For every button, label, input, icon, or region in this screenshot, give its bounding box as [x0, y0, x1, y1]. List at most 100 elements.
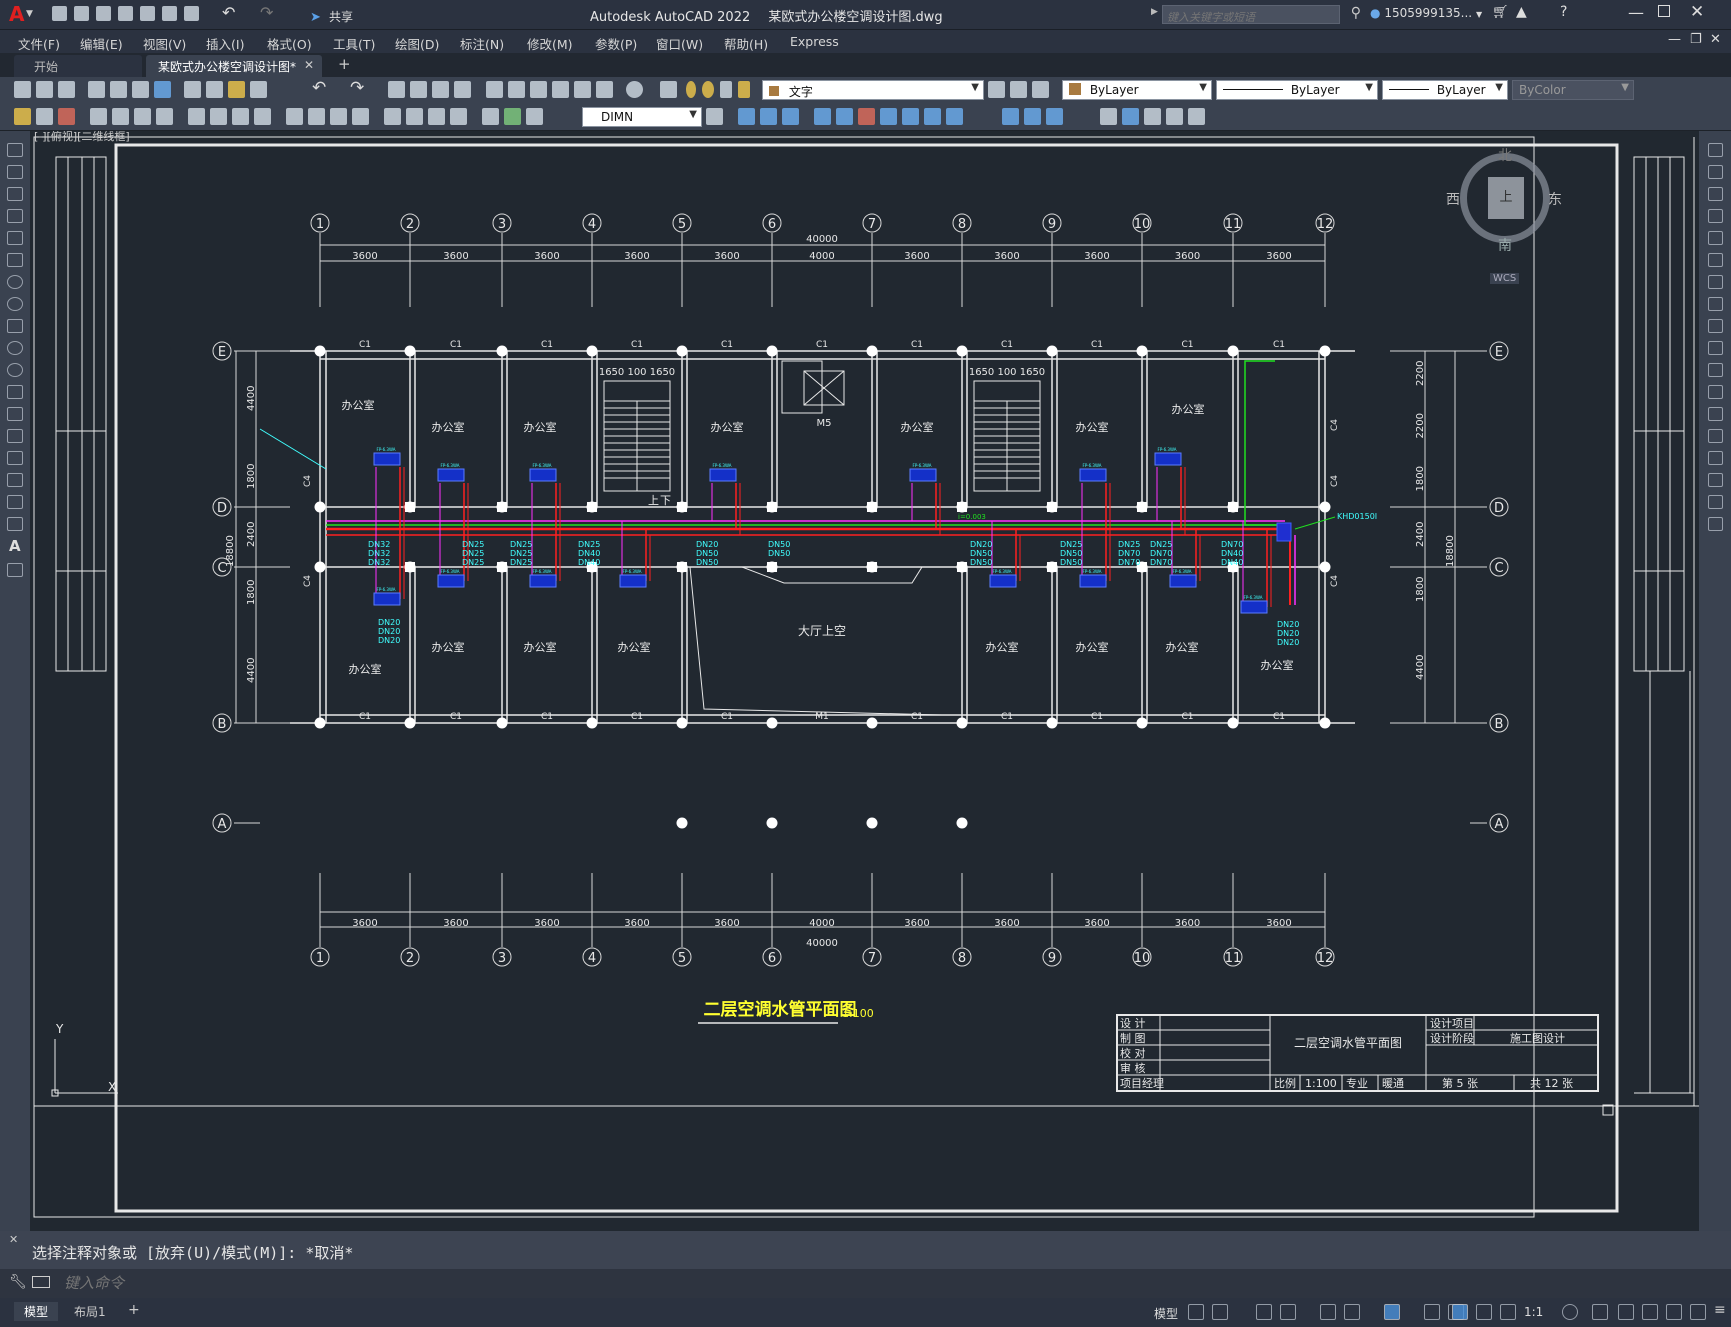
- color-dropdown[interactable]: ByLayer ▼: [1062, 80, 1212, 100]
- preview-icon[interactable]: [110, 81, 127, 98]
- units-icon[interactable]: [1618, 1304, 1634, 1320]
- copy-object-icon[interactable]: [1708, 165, 1723, 179]
- hide-icon[interactable]: [1188, 108, 1205, 125]
- viewcube[interactable]: 上 北 南 西 东 WCS: [1446, 145, 1562, 285]
- menu-modify[interactable]: 修改(M): [527, 34, 573, 53]
- line-icon[interactable]: [7, 143, 23, 157]
- dim-continue-icon[interactable]: [254, 108, 271, 125]
- zoom-window-icon[interactable]: [432, 81, 449, 98]
- osnap-tracking-icon[interactable]: [1344, 1304, 1360, 1320]
- navigation-icon[interactable]: [1046, 108, 1063, 125]
- dim-text-edit-icon[interactable]: [450, 108, 467, 125]
- draworder-above-icon[interactable]: [782, 108, 799, 125]
- draworder-front-icon[interactable]: [738, 108, 755, 125]
- undo-icon[interactable]: ↶: [222, 3, 235, 22]
- dim-aligned-icon[interactable]: [36, 108, 53, 125]
- trim-icon[interactable]: [1708, 341, 1723, 355]
- save-web-icon[interactable]: [162, 6, 177, 21]
- markup-icon[interactable]: [574, 81, 591, 98]
- open-folder-icon[interactable]: [74, 6, 89, 21]
- close-icon[interactable]: ✕: [304, 58, 314, 72]
- qnew-icon[interactable]: [14, 81, 31, 98]
- dim-baseline-icon[interactable]: [232, 108, 249, 125]
- insert-block-icon[interactable]: [7, 385, 23, 399]
- table-icon[interactable]: [7, 517, 23, 531]
- dim-update-icon[interactable]: [482, 108, 499, 125]
- draworder-under-icon[interactable]: [814, 108, 831, 125]
- undo-icon[interactable]: ↶: [312, 78, 326, 98]
- erase-icon[interactable]: [1708, 143, 1723, 157]
- clean-screen-icon[interactable]: [1690, 1304, 1706, 1320]
- copy-icon[interactable]: [206, 81, 223, 98]
- viewcube-north[interactable]: 北: [1498, 145, 1512, 165]
- paste-icon[interactable]: [228, 81, 245, 98]
- draworder-back-icon[interactable]: [760, 108, 777, 125]
- plot-icon[interactable]: [88, 81, 105, 98]
- annotations-front-icon[interactable]: [924, 108, 941, 125]
- menu-window[interactable]: 窗口(W): [656, 34, 703, 53]
- menu-draw[interactable]: 绘图(D): [395, 34, 439, 53]
- explode-icon[interactable]: [1708, 517, 1723, 531]
- revcloud-icon[interactable]: [7, 297, 23, 311]
- viewcube-east[interactable]: 东: [1548, 189, 1562, 209]
- dim-radius-icon[interactable]: [112, 108, 129, 125]
- command-input[interactable]: [64, 1272, 1704, 1294]
- isodraft-icon[interactable]: [1320, 1304, 1336, 1320]
- quick-dim-icon[interactable]: [210, 108, 227, 125]
- jogged-linear-icon[interactable]: [406, 108, 423, 125]
- menu-tools[interactable]: 工具(T): [333, 34, 375, 53]
- tab-model[interactable]: 模型: [14, 1302, 59, 1321]
- gradient-icon[interactable]: [7, 473, 23, 487]
- sun-icon[interactable]: [702, 81, 714, 98]
- maximize-button[interactable]: [1658, 5, 1670, 17]
- cart-icon[interactable]: 🛒︎: [1492, 5, 1509, 20]
- join-icon[interactable]: [1708, 429, 1723, 443]
- grid-icon[interactable]: [1188, 1304, 1204, 1320]
- ucs-icon[interactable]: [1024, 108, 1041, 125]
- view-cube-tool-icon[interactable]: [1002, 108, 1019, 125]
- zoom-realtime-icon[interactable]: [410, 81, 427, 98]
- plus-icon[interactable]: [1592, 1304, 1608, 1320]
- search-icon[interactable]: ⚲: [1351, 5, 1361, 21]
- dim-break-icon[interactable]: [308, 108, 325, 125]
- lineweight-icon[interactable]: [1424, 1304, 1440, 1320]
- app-menu-button[interactable]: A ▼: [6, 2, 36, 27]
- drawing-canvas[interactable]: [-][俯视][二维线框] FP-6.3WA FP-6.3WA FP-6.3WA FP…: [30, 131, 1699, 1231]
- zoom-previous-icon[interactable]: [454, 81, 471, 98]
- menu-view[interactable]: 视图(V): [143, 34, 186, 53]
- dim-space-icon[interactable]: [286, 108, 303, 125]
- menu-insert[interactable]: 插入(I): [206, 34, 244, 53]
- annotation-visibility-icon[interactable]: [1452, 1304, 1468, 1320]
- make-current-icon[interactable]: [988, 81, 1005, 98]
- scale-icon[interactable]: [1708, 297, 1723, 311]
- quickcalc-icon[interactable]: [596, 81, 613, 98]
- open-icon[interactable]: [36, 81, 53, 98]
- ortho-icon[interactable]: [1256, 1304, 1272, 1320]
- customize-icon[interactable]: ≡: [1714, 1302, 1726, 1318]
- menu-express[interactable]: Express: [790, 34, 839, 49]
- new-tab-button[interactable]: +: [338, 55, 351, 73]
- viewport-controls[interactable]: [-][俯视][二维线框]: [34, 131, 130, 144]
- close-icon[interactable]: ✕: [9, 1233, 18, 1246]
- dim-diameter-icon[interactable]: [156, 108, 173, 125]
- redo-icon[interactable]: ↷: [260, 3, 273, 22]
- dim-style-manager-icon[interactable]: [706, 108, 723, 125]
- hatch-back-icon[interactable]: [902, 108, 919, 125]
- lock-icon[interactable]: [738, 81, 750, 98]
- properties-icon[interactable]: [486, 81, 503, 98]
- leaders-front-icon[interactable]: [880, 108, 897, 125]
- ellipse-icon[interactable]: [7, 341, 23, 355]
- viewcube-west[interactable]: 西: [1446, 189, 1460, 209]
- tab-drawing[interactable]: 某欧式办公楼空调设计图* ✕: [146, 55, 322, 77]
- minimize-button[interactable]: —: [1628, 3, 1644, 22]
- menu-parametric[interactable]: 参数(P): [595, 34, 637, 53]
- layer-match-icon[interactable]: [1032, 81, 1049, 98]
- cut-icon[interactable]: [184, 81, 201, 98]
- region-icon[interactable]: [7, 495, 23, 509]
- tool-palettes-icon[interactable]: [530, 81, 547, 98]
- isolate-objects-icon[interactable]: [1666, 1304, 1682, 1320]
- ellipse-arc-icon[interactable]: [7, 363, 23, 377]
- doc-restore-button[interactable]: ❐: [1690, 32, 1702, 47]
- dim-linear-icon[interactable]: [14, 108, 31, 125]
- viewcube-face[interactable]: 上: [1488, 177, 1524, 219]
